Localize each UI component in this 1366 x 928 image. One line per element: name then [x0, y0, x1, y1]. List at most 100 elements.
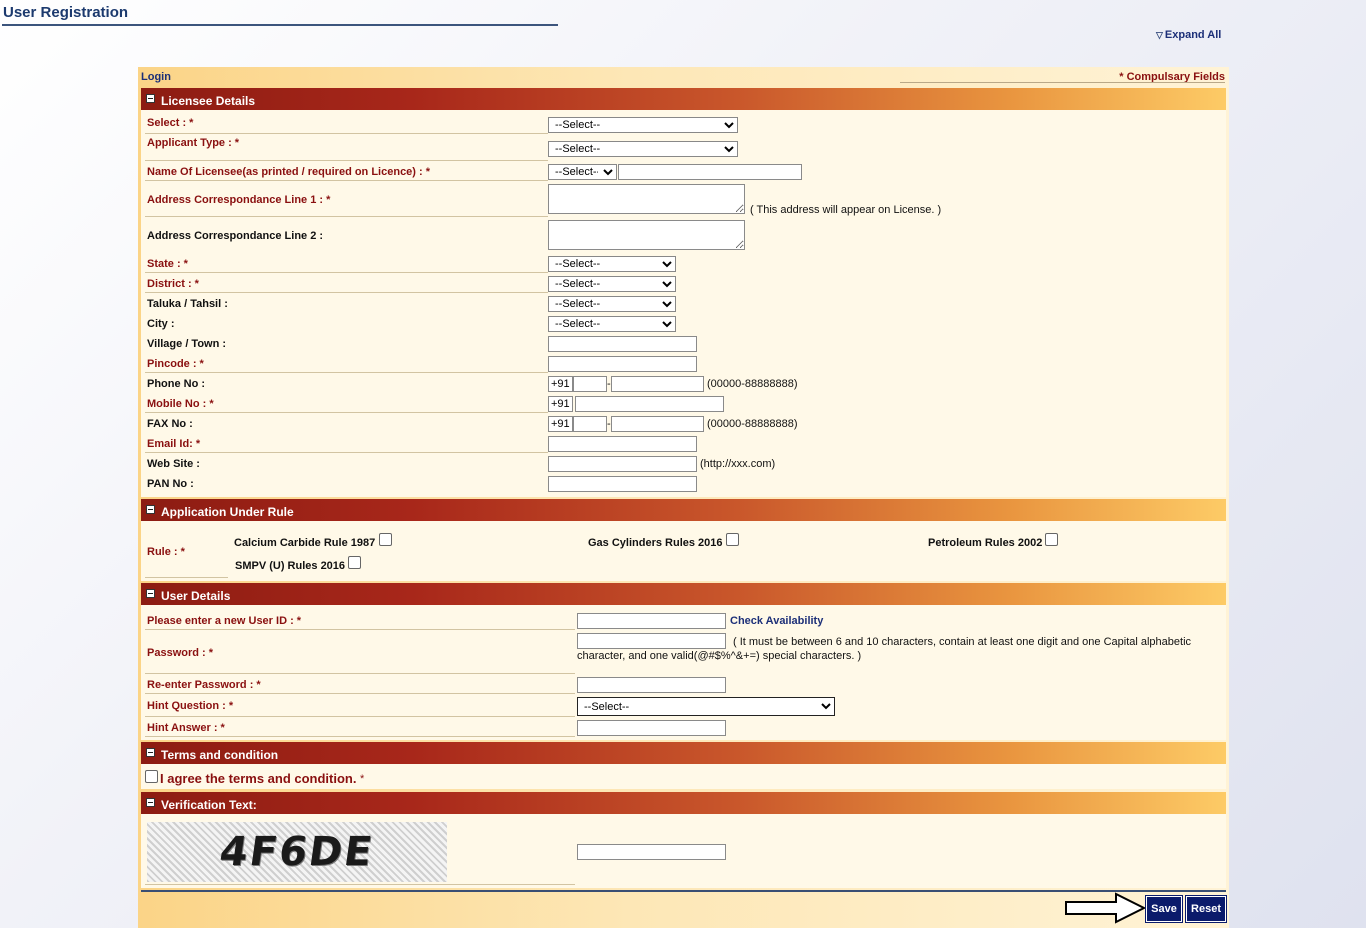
fax-std-input[interactable]: [573, 416, 607, 432]
save-button[interactable]: Save: [1146, 896, 1182, 922]
rule-option-label: Calcium Carbide Rule 1987: [234, 537, 376, 549]
village-input[interactable]: [548, 336, 697, 352]
licensee-name-label: Name Of Licensee(as printed / required o…: [147, 166, 431, 178]
mobile-label: Mobile No : *: [147, 398, 214, 410]
state-dropdown[interactable]: --Select--: [548, 256, 676, 272]
pan-label: PAN No :: [147, 478, 194, 490]
section-body-terms: I agree the terms and condition. *: [141, 764, 1226, 789]
section-title: Application Under Rule: [161, 505, 294, 519]
website-format-hint: (http://xxx.com): [700, 458, 776, 470]
district-label: District : *: [147, 278, 199, 290]
city-label: City :: [147, 318, 175, 330]
mobile-number-input[interactable]: [575, 396, 724, 412]
rule-smpv-checkbox[interactable]: [348, 556, 361, 569]
applicant-type-label: Applicant Type : *: [147, 137, 240, 149]
name-title-dropdown[interactable]: --Select--: [548, 164, 617, 180]
phone-format-hint: (00000-88888888): [707, 378, 798, 390]
password-rules-hint: ( It must be between 6 and 10 characters…: [577, 636, 1192, 662]
row-divider: [145, 160, 548, 161]
required-star: *: [360, 773, 365, 785]
select-label: Select : *: [147, 117, 194, 129]
collapse-icon[interactable]: [146, 748, 155, 757]
phone-label: Phone No :: [147, 378, 206, 390]
rule-option-label: SMPV (U) Rules 2016: [235, 560, 346, 572]
website-input[interactable]: [548, 456, 697, 472]
row-divider: [145, 716, 575, 717]
hint-answer-input[interactable]: [577, 720, 726, 736]
section-header-user[interactable]: User Details: [141, 583, 1226, 605]
website-label: Web Site :: [147, 458, 200, 470]
reset-button[interactable]: Reset: [1186, 896, 1226, 922]
expand-all-link[interactable]: ▽ Expand All: [1156, 29, 1221, 41]
phone-number-input[interactable]: [611, 376, 704, 392]
collapse-icon[interactable]: [146, 94, 155, 103]
select-dropdown[interactable]: --Select--: [548, 117, 738, 133]
fax-number-input[interactable]: [611, 416, 704, 432]
rule-label: Rule : *: [147, 546, 185, 558]
divider: [900, 82, 1225, 83]
terms-agree-checkbox[interactable]: [145, 770, 158, 783]
row-divider: [145, 577, 228, 578]
pincode-label: Pincode : *: [147, 358, 204, 370]
fax-label: FAX No :: [147, 418, 193, 430]
row-divider: [145, 180, 548, 181]
row-divider: [145, 216, 548, 217]
row-divider: [145, 372, 548, 373]
rule-option-label: Gas Cylinders Rules 2016: [588, 537, 723, 549]
hint-question-label: Hint Question : *: [147, 700, 234, 712]
address-hint: ( This address will appear on License. ): [750, 204, 942, 216]
pan-input[interactable]: [548, 476, 697, 492]
rule-option-label: Petroleum Rules 2002: [928, 537, 1043, 549]
collapse-icon[interactable]: [146, 798, 155, 807]
rule-petroleum-checkbox[interactable]: [1045, 533, 1058, 546]
rule-calcium-carbide-checkbox[interactable]: [379, 533, 392, 546]
applicant-type-dropdown[interactable]: --Select--: [548, 141, 738, 157]
section-header-licensee[interactable]: Licensee Details: [141, 88, 1226, 110]
section-title: Terms and condition: [161, 748, 279, 762]
row-divider: [145, 673, 575, 674]
taluka-dropdown[interactable]: --Select--: [548, 296, 676, 312]
phone-country-code-input[interactable]: [548, 376, 573, 392]
email-label: Email Id: *: [147, 438, 201, 450]
hint-question-dropdown[interactable]: --Select--: [577, 697, 835, 716]
mobile-country-code-input[interactable]: [548, 396, 573, 412]
captcha-input[interactable]: [577, 844, 726, 860]
row-divider: [145, 693, 575, 694]
reenter-password-label: Re-enter Password : *: [147, 679, 261, 691]
arrow-right-icon: [1065, 892, 1147, 924]
city-dropdown[interactable]: --Select--: [548, 316, 676, 332]
address-line2-label: Address Correspondance Line 2 :: [147, 230, 324, 242]
licensee-name-input[interactable]: [618, 164, 802, 180]
user-id-input[interactable]: [577, 613, 726, 629]
phone-std-input[interactable]: [573, 376, 607, 392]
section-body-rule: Rule : * Calcium Carbide Rule 1987 Gas C…: [141, 521, 1226, 581]
terms-agree-label: I agree the terms and condition.: [160, 771, 357, 786]
page-title: User Registration: [3, 4, 129, 21]
row-divider: [145, 412, 548, 413]
village-label: Village / Town :: [147, 338, 227, 350]
rule-gas-cylinders-checkbox[interactable]: [726, 533, 739, 546]
address-line2-textarea[interactable]: [548, 220, 745, 250]
captcha-image: 4F6DE: [147, 822, 447, 882]
pincode-input[interactable]: [548, 356, 697, 372]
fax-country-code-input[interactable]: [548, 416, 573, 432]
section-header-terms[interactable]: Terms and condition: [141, 742, 1226, 764]
check-availability-link[interactable]: Check Availability: [730, 615, 823, 627]
reenter-password-input[interactable]: [577, 677, 726, 693]
address-line1-textarea[interactable]: [548, 184, 745, 214]
section-body-licensee: Select : * --Select-- Applicant Type : *…: [141, 110, 1226, 497]
district-dropdown[interactable]: --Select--: [548, 276, 676, 292]
section-header-verification[interactable]: Verification Text:: [141, 792, 1226, 814]
section-header-rule[interactable]: Application Under Rule: [141, 499, 1226, 521]
email-input[interactable]: [548, 436, 697, 452]
collapse-icon[interactable]: [146, 505, 155, 514]
title-rule: [2, 24, 558, 26]
row-divider: [145, 292, 548, 293]
captcha-text: 4F6DE: [217, 829, 377, 875]
row-divider: [145, 452, 548, 453]
password-label: Password : *: [147, 647, 214, 659]
section-title: Licensee Details: [161, 94, 256, 108]
section-body-verification: 4F6DE: [141, 814, 1226, 888]
collapse-icon[interactable]: [146, 589, 155, 598]
row-divider: [145, 272, 548, 273]
